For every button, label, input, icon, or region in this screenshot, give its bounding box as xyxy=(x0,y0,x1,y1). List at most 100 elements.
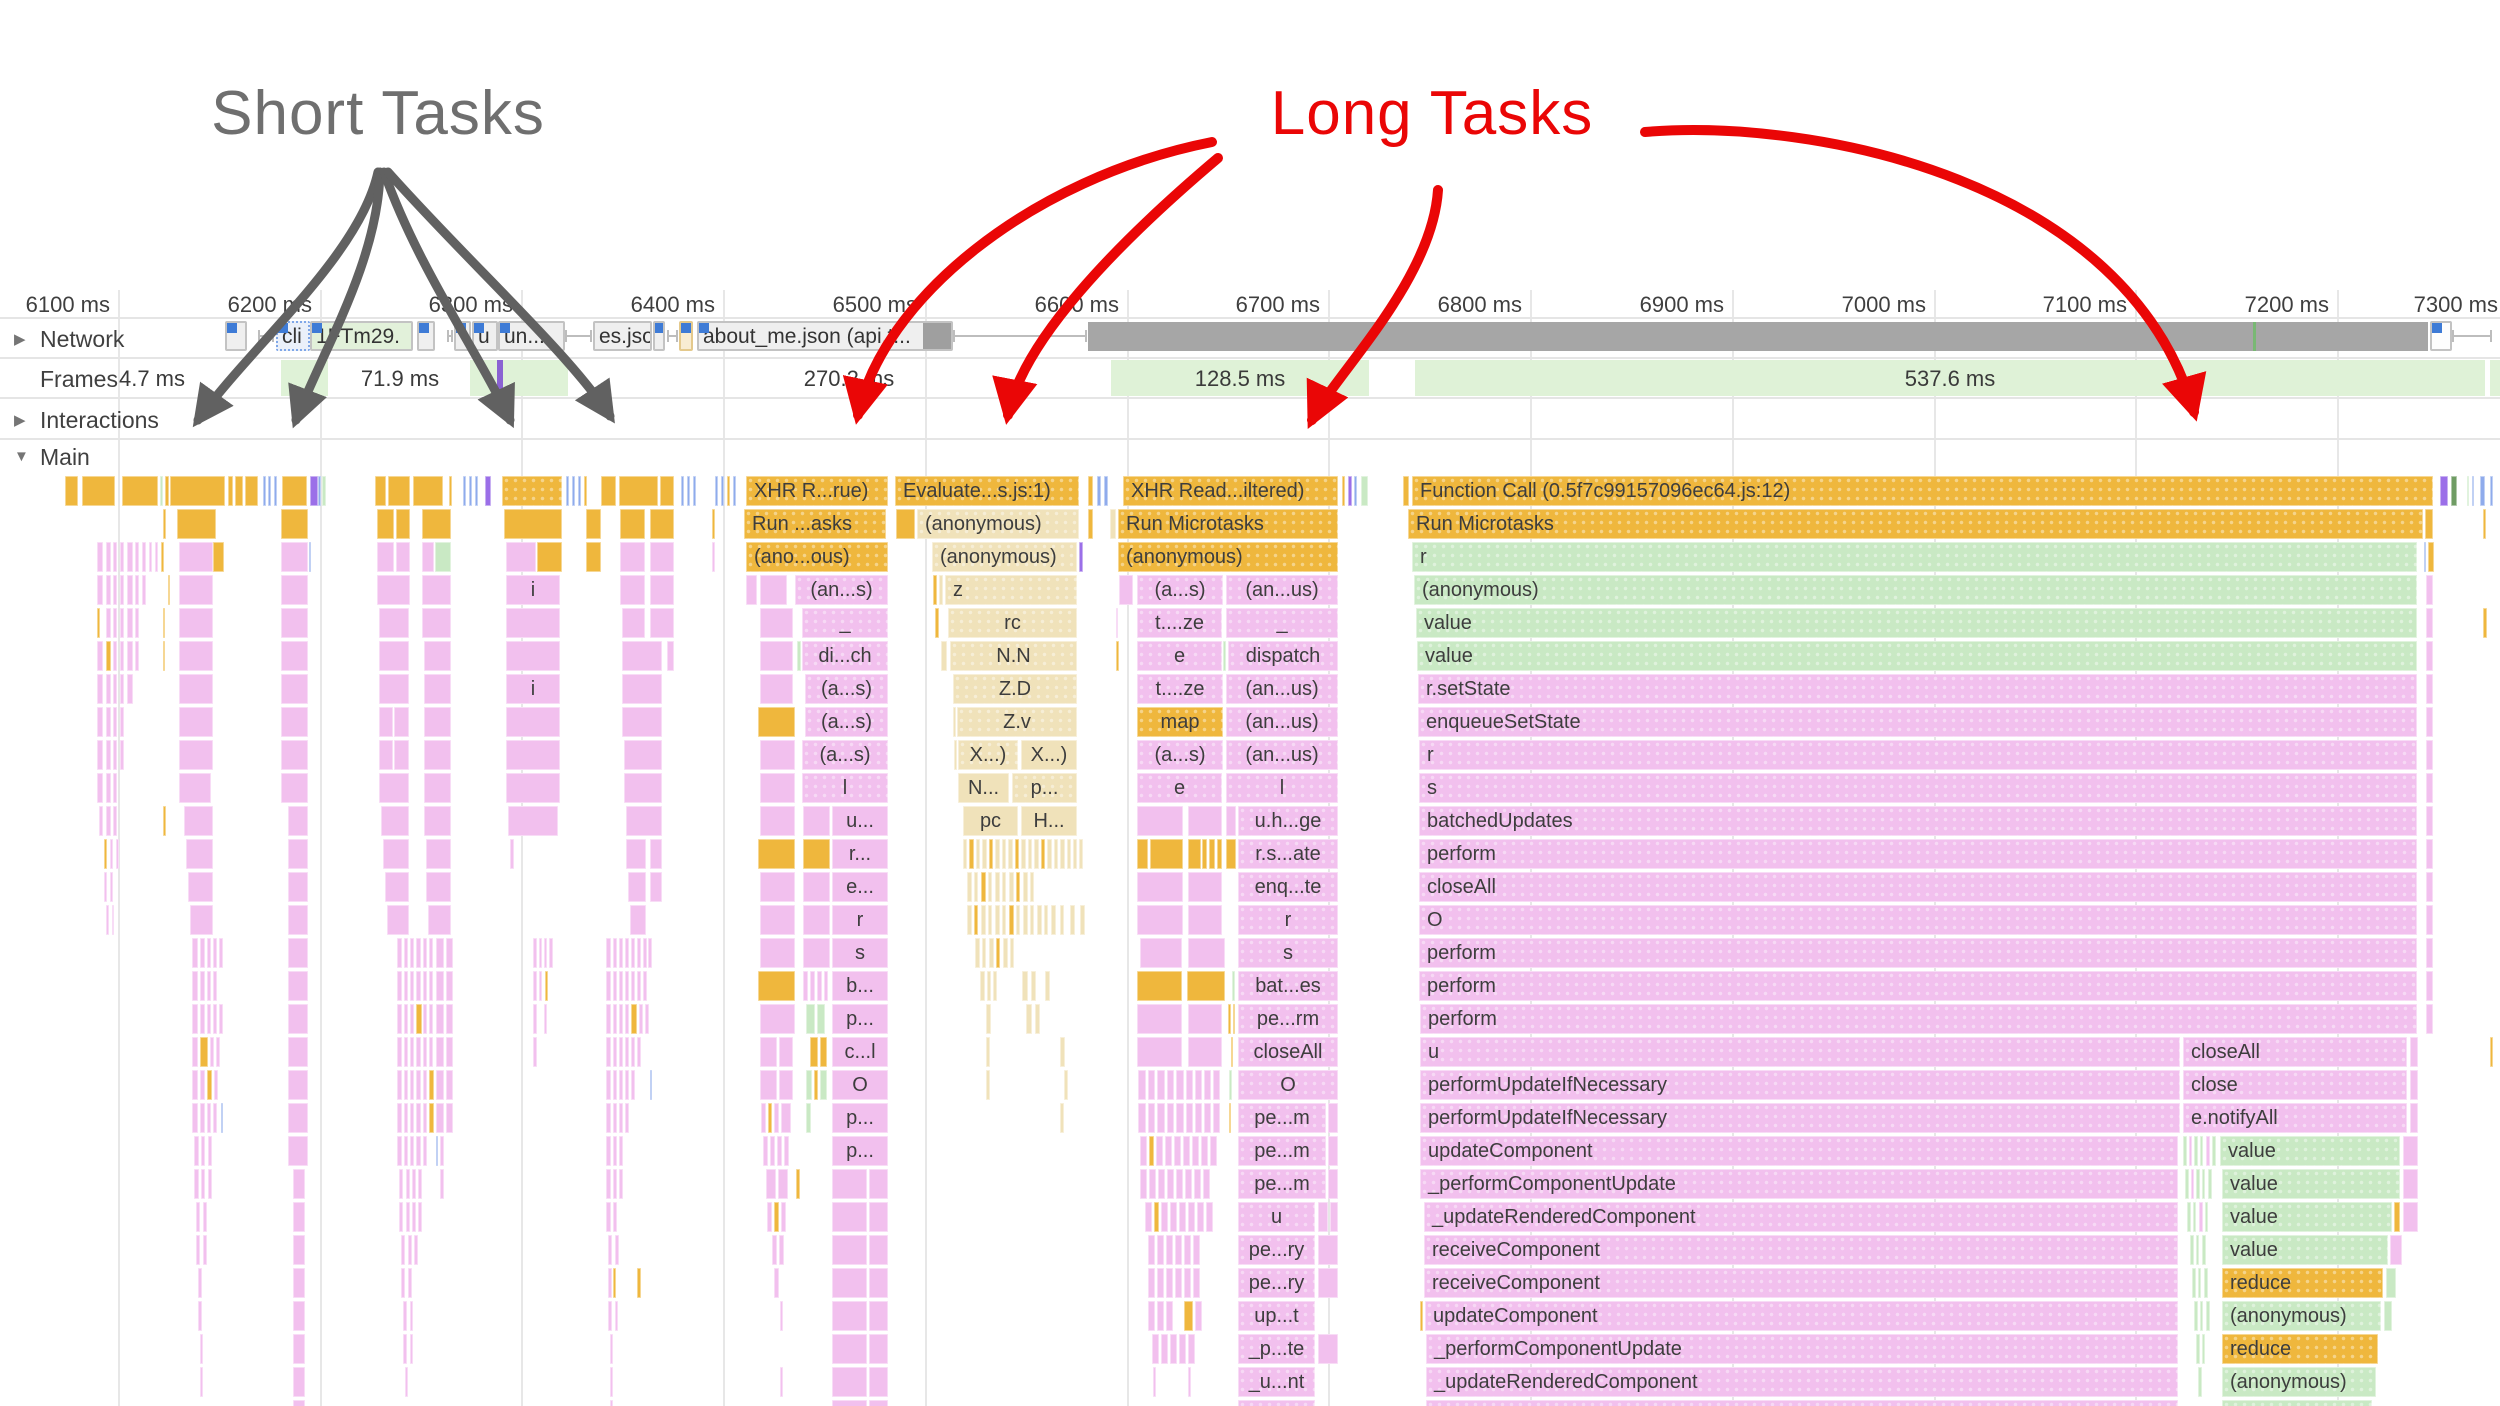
flame-cell[interactable] xyxy=(610,1400,613,1406)
flame-cell[interactable] xyxy=(746,575,757,605)
flame-cell[interactable] xyxy=(288,1070,308,1100)
flame-cell[interactable] xyxy=(397,1070,402,1100)
flame-cell[interactable] xyxy=(803,872,830,902)
flame-cell[interactable] xyxy=(436,1070,444,1100)
flame-cell[interactable] xyxy=(625,971,629,1001)
flame-cell[interactable] xyxy=(578,476,581,506)
flame-cell[interactable] xyxy=(2390,1235,2402,1265)
flame-cell[interactable]: u.h...ge xyxy=(1238,806,1338,836)
flame-cell[interactable] xyxy=(2472,476,2474,506)
flame-cell[interactable] xyxy=(996,938,1000,968)
flame-cell[interactable] xyxy=(200,971,205,1001)
flame-cell[interactable] xyxy=(429,1004,433,1034)
flame-cell[interactable] xyxy=(779,1070,793,1100)
flame-cell[interactable] xyxy=(2410,1037,2418,1067)
flame-cell[interactable] xyxy=(1238,1400,1315,1406)
flame-cell[interactable] xyxy=(779,1037,793,1067)
flame-cell[interactable] xyxy=(506,740,560,770)
flame-cell[interactable] xyxy=(613,938,617,968)
flame-cell[interactable]: Run Microtasks xyxy=(1408,509,2423,539)
flame-cell[interactable] xyxy=(436,938,444,968)
flame-cell[interactable]: bat...es xyxy=(1238,971,1338,1001)
flame-cell[interactable] xyxy=(613,1202,617,1232)
flame-cell[interactable]: _performComponentUpdate xyxy=(1420,1169,2178,1199)
flame-cell[interactable] xyxy=(1188,839,1201,869)
flame-cell[interactable] xyxy=(1010,938,1014,968)
flame-cell[interactable] xyxy=(97,674,103,704)
flame-cell[interactable] xyxy=(650,542,674,572)
flame-cell[interactable] xyxy=(613,1268,616,1298)
flame-cell[interactable] xyxy=(733,476,736,506)
flame-cell[interactable] xyxy=(429,1037,433,1067)
flame-cell[interactable] xyxy=(1328,1136,1338,1166)
flame-cell[interactable] xyxy=(293,1301,305,1331)
flame-cell[interactable] xyxy=(967,905,972,935)
flame-cell[interactable] xyxy=(760,575,787,605)
flame-cell[interactable] xyxy=(113,806,117,836)
flame-cell[interactable] xyxy=(1188,905,1222,935)
flame-cell[interactable] xyxy=(989,839,993,869)
flame-cell[interactable] xyxy=(446,1004,453,1034)
network-request-chip[interactable] xyxy=(679,321,693,351)
flame-cell[interactable] xyxy=(1229,1103,1231,1133)
flame-cell[interactable] xyxy=(2189,1136,2192,1166)
flame-cell[interactable] xyxy=(817,971,822,1001)
flame-cell[interactable] xyxy=(423,1004,427,1034)
flame-cell[interactable] xyxy=(896,509,915,539)
flame-cell[interactable] xyxy=(213,971,217,1001)
flame-cell[interactable] xyxy=(424,740,451,770)
flame-cell[interactable] xyxy=(619,971,623,1001)
flame-cell[interactable] xyxy=(613,1103,617,1133)
flame-cell[interactable]: (ano...ous) xyxy=(746,542,888,572)
flame-cell[interactable] xyxy=(760,608,793,638)
flame-cell[interactable] xyxy=(660,476,674,506)
flame-cell[interactable] xyxy=(1194,1169,1201,1199)
flame-cell[interactable] xyxy=(619,1037,623,1067)
flame-cell[interactable] xyxy=(1104,476,1108,506)
flame-cell[interactable]: updateComponent xyxy=(1425,1301,2178,1331)
flame-cell[interactable] xyxy=(446,938,453,968)
flame-cell[interactable] xyxy=(1021,839,1026,869)
flame-cell[interactable]: c...l xyxy=(832,1037,888,1067)
flame-cell[interactable] xyxy=(1067,839,1071,869)
flame-cell[interactable] xyxy=(1167,1070,1174,1100)
flame-cell[interactable] xyxy=(1026,1004,1032,1034)
flame-cell[interactable] xyxy=(106,641,111,671)
flame-cell[interactable] xyxy=(397,1004,402,1034)
flame-cell[interactable] xyxy=(110,872,113,902)
flame-cell[interactable] xyxy=(410,971,414,1001)
flame-cell[interactable] xyxy=(423,938,427,968)
flame-cell[interactable]: t....ze xyxy=(1137,674,1223,704)
flame-cell[interactable]: value xyxy=(1417,641,2417,671)
flame-cell[interactable] xyxy=(288,806,308,836)
flame-cell[interactable] xyxy=(832,1202,867,1232)
flame-cell[interactable] xyxy=(422,608,451,638)
flame-cell[interactable] xyxy=(1231,1037,1233,1067)
flame-cell[interactable] xyxy=(1166,1268,1173,1298)
flame-cell[interactable] xyxy=(2426,938,2433,968)
flame-cell[interactable] xyxy=(416,1070,421,1100)
flame-cell[interactable]: s xyxy=(832,938,888,968)
flame-cell[interactable] xyxy=(179,740,213,770)
flame-cell[interactable] xyxy=(1188,872,1222,902)
flame-cell[interactable] xyxy=(619,1136,623,1166)
flame-cell[interactable] xyxy=(2196,1169,2200,1199)
flame-cell[interactable] xyxy=(424,806,451,836)
flame-cell[interactable] xyxy=(408,1235,412,1265)
flame-cell[interactable] xyxy=(504,509,562,539)
flame-cell[interactable] xyxy=(2192,1268,2196,1298)
flame-cell[interactable] xyxy=(192,1037,198,1067)
flame-cell[interactable] xyxy=(1157,1235,1164,1265)
flame-cell[interactable]: (anonymous) xyxy=(932,542,1077,572)
flame-cell[interactable] xyxy=(1328,1169,1338,1199)
interactions-disclosure-icon[interactable]: ▶ xyxy=(14,411,26,429)
flame-cell[interactable] xyxy=(631,971,635,1001)
flame-cell[interactable] xyxy=(622,707,662,737)
flame-cell[interactable] xyxy=(1217,839,1222,869)
flame-cell[interactable] xyxy=(1157,1268,1164,1298)
flame-cell[interactable] xyxy=(2204,1268,2208,1298)
flame-cell[interactable] xyxy=(774,1103,779,1133)
flame-cell[interactable] xyxy=(2198,1367,2202,1397)
flame-cell[interactable] xyxy=(201,1136,205,1166)
flame-cell[interactable] xyxy=(1035,1004,1040,1034)
